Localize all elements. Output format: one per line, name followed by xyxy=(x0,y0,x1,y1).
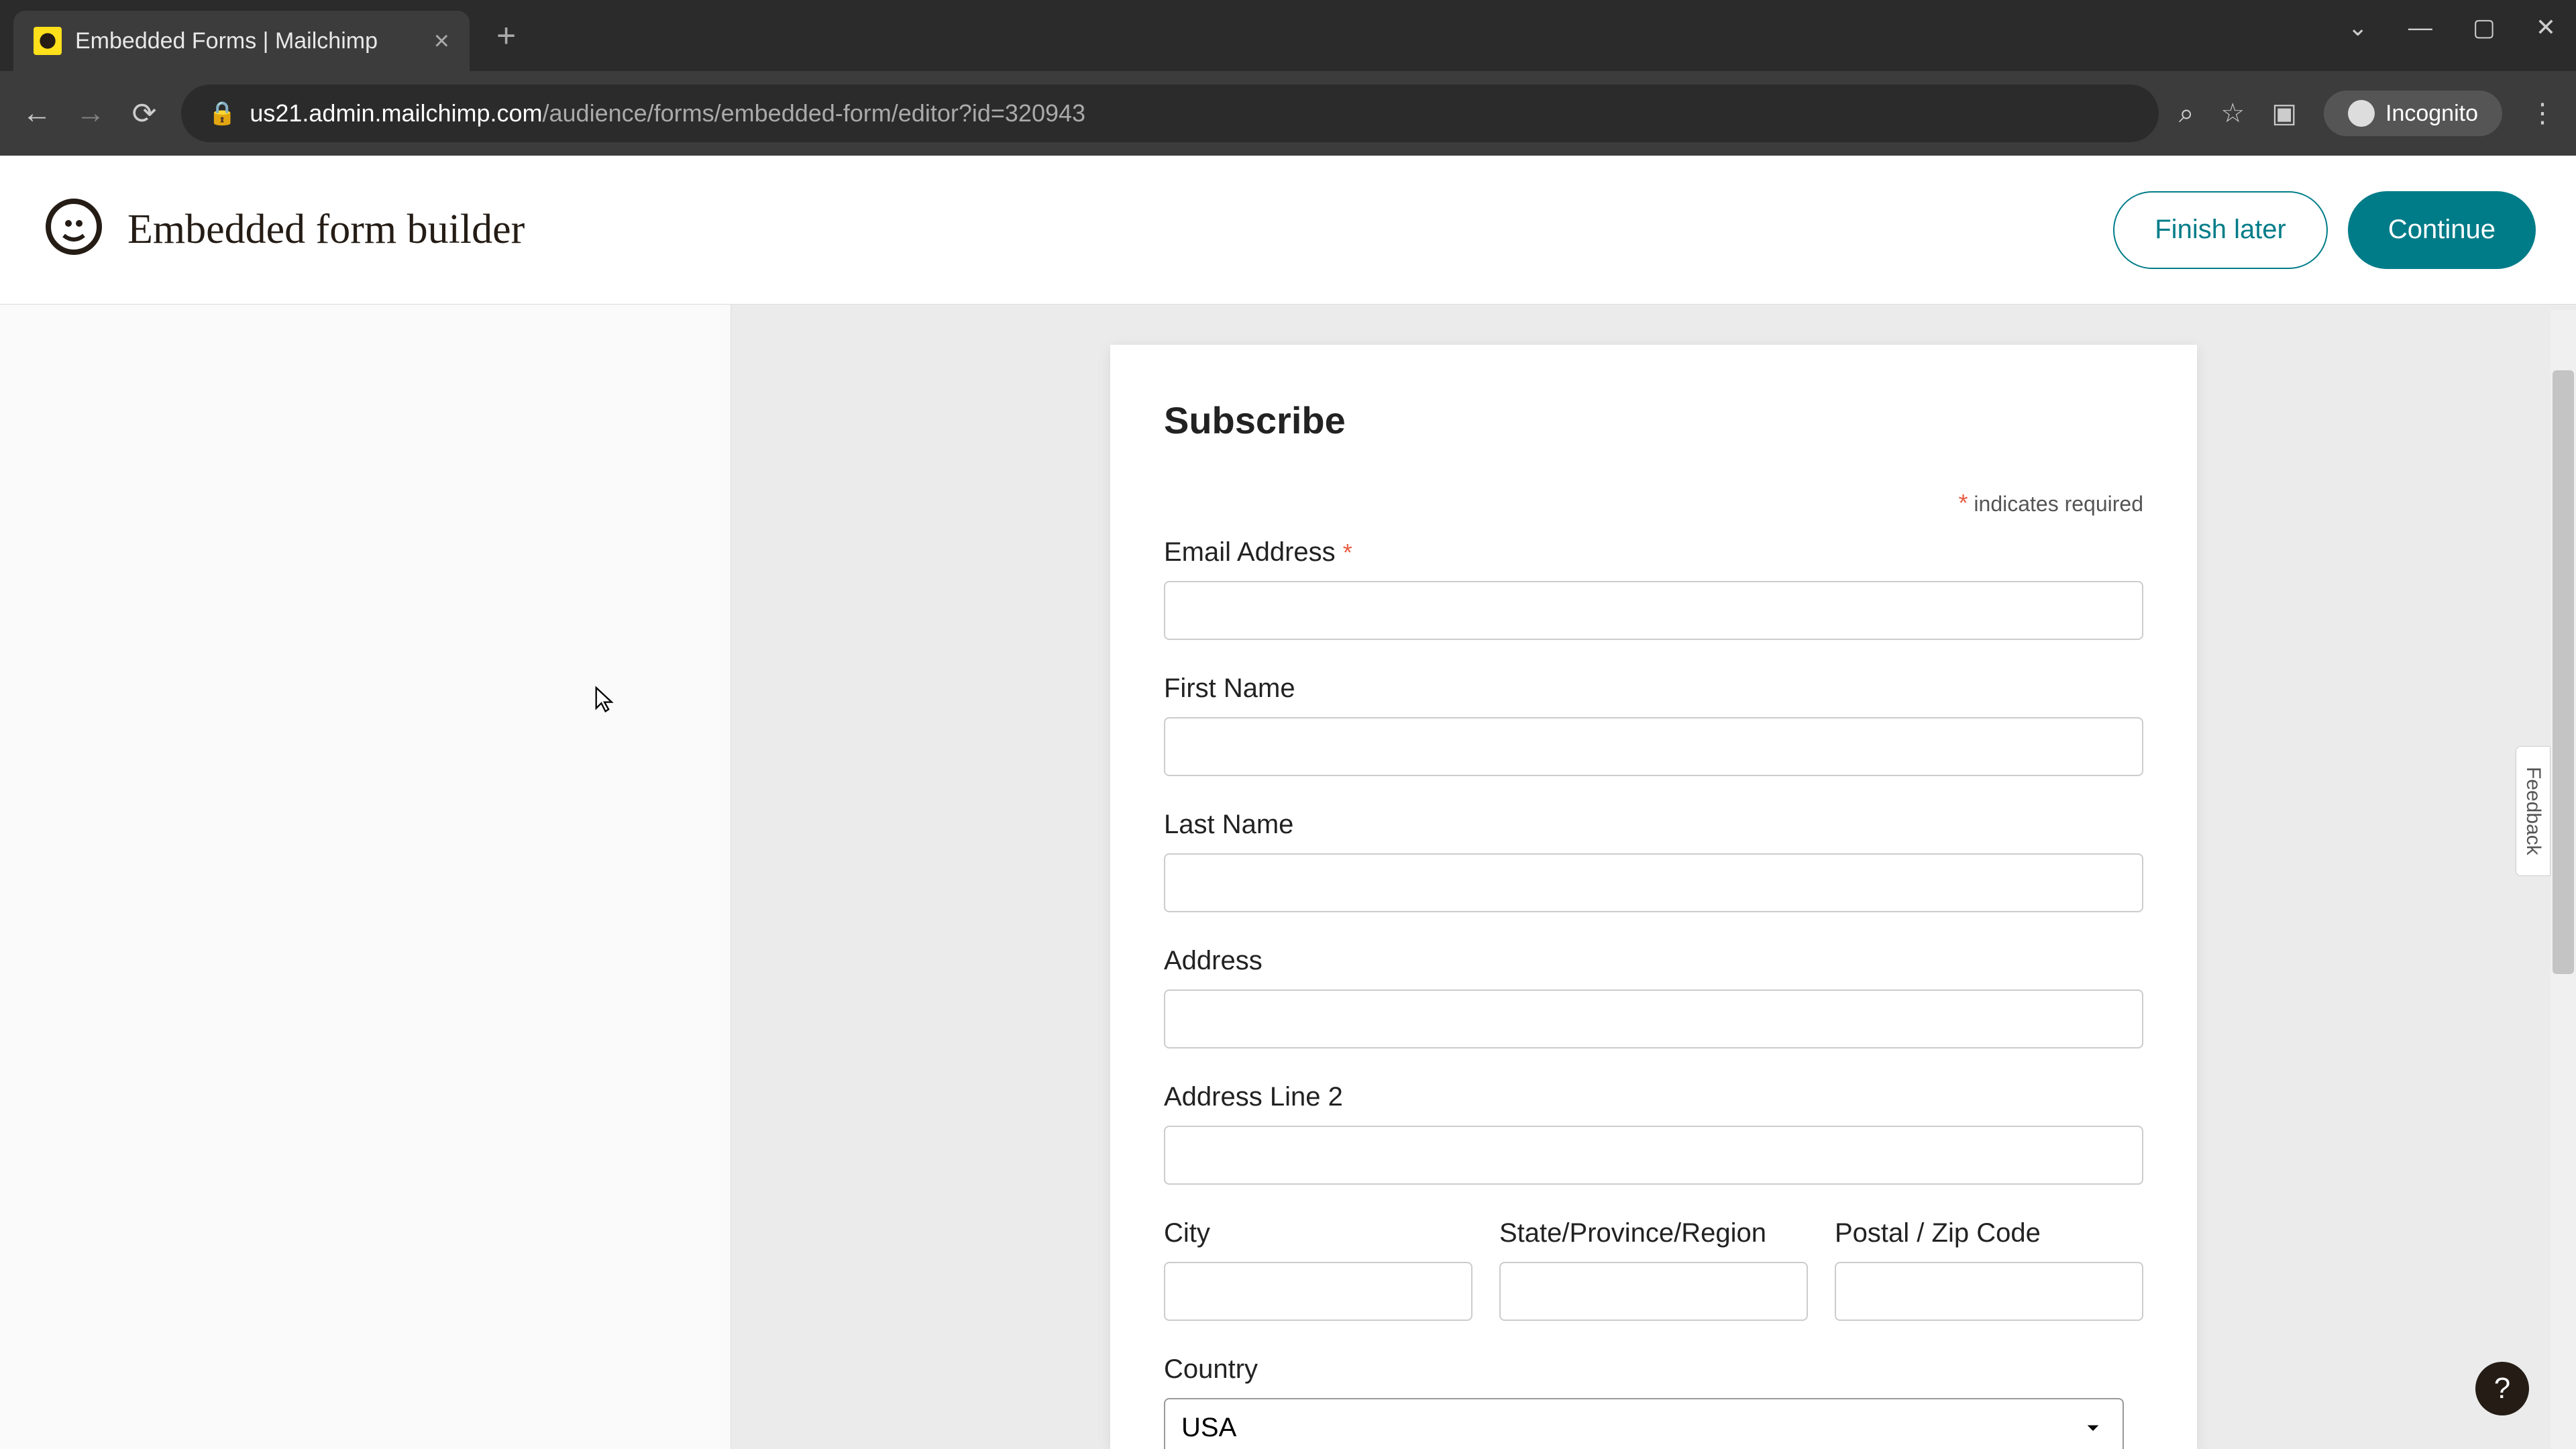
new-tab-button[interactable]: + xyxy=(496,16,516,55)
city-state-zip-row: City State/Province/Region Postal / Zip … xyxy=(1164,1218,2143,1354)
form-preview-card: Subscribe * indicates required Email Add… xyxy=(1110,345,2197,1449)
address-label: Address xyxy=(1164,946,2143,976)
state-field-group: State/Province/Region xyxy=(1499,1218,1808,1321)
browser-tab[interactable]: Embedded Forms | Mailchimp × xyxy=(13,11,470,71)
finish-later-button[interactable]: Finish later xyxy=(2113,191,2328,269)
incognito-label: Incognito xyxy=(2385,101,2478,127)
minimize-icon[interactable]: — xyxy=(2408,13,2432,42)
close-window-icon[interactable]: ✕ xyxy=(2536,13,2556,42)
city-field-group: City xyxy=(1164,1218,1472,1321)
back-button[interactable]: ← xyxy=(20,97,54,130)
asterisk-icon: * xyxy=(1343,539,1352,566)
scrollbar-track[interactable] xyxy=(2551,310,2576,1449)
settings-sidebar xyxy=(0,305,731,1449)
last-name-label: Last Name xyxy=(1164,810,2143,840)
mailchimp-favicon xyxy=(34,27,62,55)
app-body: Subscribe * indicates required Email Add… xyxy=(0,305,2576,1449)
form-title: Subscribe xyxy=(1164,398,2143,442)
reload-button[interactable]: ⟳ xyxy=(127,97,161,131)
extension-icon[interactable]: ▣ xyxy=(2271,98,2297,129)
postal-input[interactable] xyxy=(1835,1262,2143,1321)
maximize-icon[interactable]: ▢ xyxy=(2473,13,2496,42)
email-label: Email Address * xyxy=(1164,537,2143,568)
country-field-group: Country USA xyxy=(1164,1354,2143,1449)
address2-label: Address Line 2 xyxy=(1164,1082,2143,1112)
address2-field-group: Address Line 2 xyxy=(1164,1082,2143,1185)
page-title: Embedded form builder xyxy=(127,206,2093,254)
app-viewport: Embedded form builder Finish later Conti… xyxy=(0,156,2576,1449)
address-field-group: Address xyxy=(1164,946,2143,1049)
browser-tab-bar: Embedded Forms | Mailchimp × + ⌄ — ▢ ✕ xyxy=(0,0,2576,71)
first-name-label: First Name xyxy=(1164,674,2143,704)
url-text: us21.admin.mailchimp.com/audience/forms/… xyxy=(250,99,1085,127)
url-bar[interactable]: 🔒 us21.admin.mailchimp.com/audience/form… xyxy=(181,85,2159,142)
country-select[interactable]: USA xyxy=(1164,1398,2124,1449)
city-label: City xyxy=(1164,1218,1472,1248)
continue-button[interactable]: Continue xyxy=(2348,191,2536,269)
form-canvas: Subscribe * indicates required Email Add… xyxy=(731,305,2576,1449)
first-name-input[interactable] xyxy=(1164,717,2143,776)
postal-label: Postal / Zip Code xyxy=(1835,1218,2143,1248)
incognito-icon xyxy=(2348,100,2375,127)
help-button[interactable]: ? xyxy=(2475,1362,2529,1415)
address2-input[interactable] xyxy=(1164,1126,2143,1185)
mailchimp-logo[interactable] xyxy=(40,197,107,264)
required-indicator: * indicates required xyxy=(1164,489,2143,517)
lock-icon: 🔒 xyxy=(208,100,236,127)
state-label: State/Province/Region xyxy=(1499,1218,1808,1248)
country-label: Country xyxy=(1164,1354,2143,1385)
tab-search-icon[interactable]: ⌄ xyxy=(2348,13,2368,42)
asterisk-icon: * xyxy=(1959,489,1968,517)
city-input[interactable] xyxy=(1164,1262,1472,1321)
postal-field-group: Postal / Zip Code xyxy=(1835,1218,2143,1321)
tab-title: Embedded Forms | Mailchimp xyxy=(75,28,421,54)
scrollbar-thumb[interactable] xyxy=(2553,370,2574,974)
feedback-tab[interactable]: Feedback xyxy=(2516,746,2551,876)
first-name-field-group: First Name xyxy=(1164,674,2143,776)
state-input[interactable] xyxy=(1499,1262,1808,1321)
email-field-group: Email Address * xyxy=(1164,537,2143,640)
incognito-badge[interactable]: Incognito xyxy=(2324,91,2502,136)
last-name-input[interactable] xyxy=(1164,853,2143,912)
window-controls: ⌄ — ▢ ✕ xyxy=(2348,13,2556,42)
search-icon[interactable]: ⌕ xyxy=(2179,99,2194,129)
address-input[interactable] xyxy=(1164,989,2143,1049)
email-input[interactable] xyxy=(1164,581,2143,640)
menu-icon[interactable]: ⋮ xyxy=(2529,98,2556,129)
forward-button[interactable]: → xyxy=(74,97,107,130)
app-header: Embedded form builder Finish later Conti… xyxy=(0,156,2576,305)
browser-address-bar: ← → ⟳ 🔒 us21.admin.mailchimp.com/audienc… xyxy=(0,71,2576,156)
last-name-field-group: Last Name xyxy=(1164,810,2143,912)
tab-close-icon[interactable]: × xyxy=(434,26,449,56)
bookmark-icon[interactable]: ☆ xyxy=(2220,98,2245,129)
